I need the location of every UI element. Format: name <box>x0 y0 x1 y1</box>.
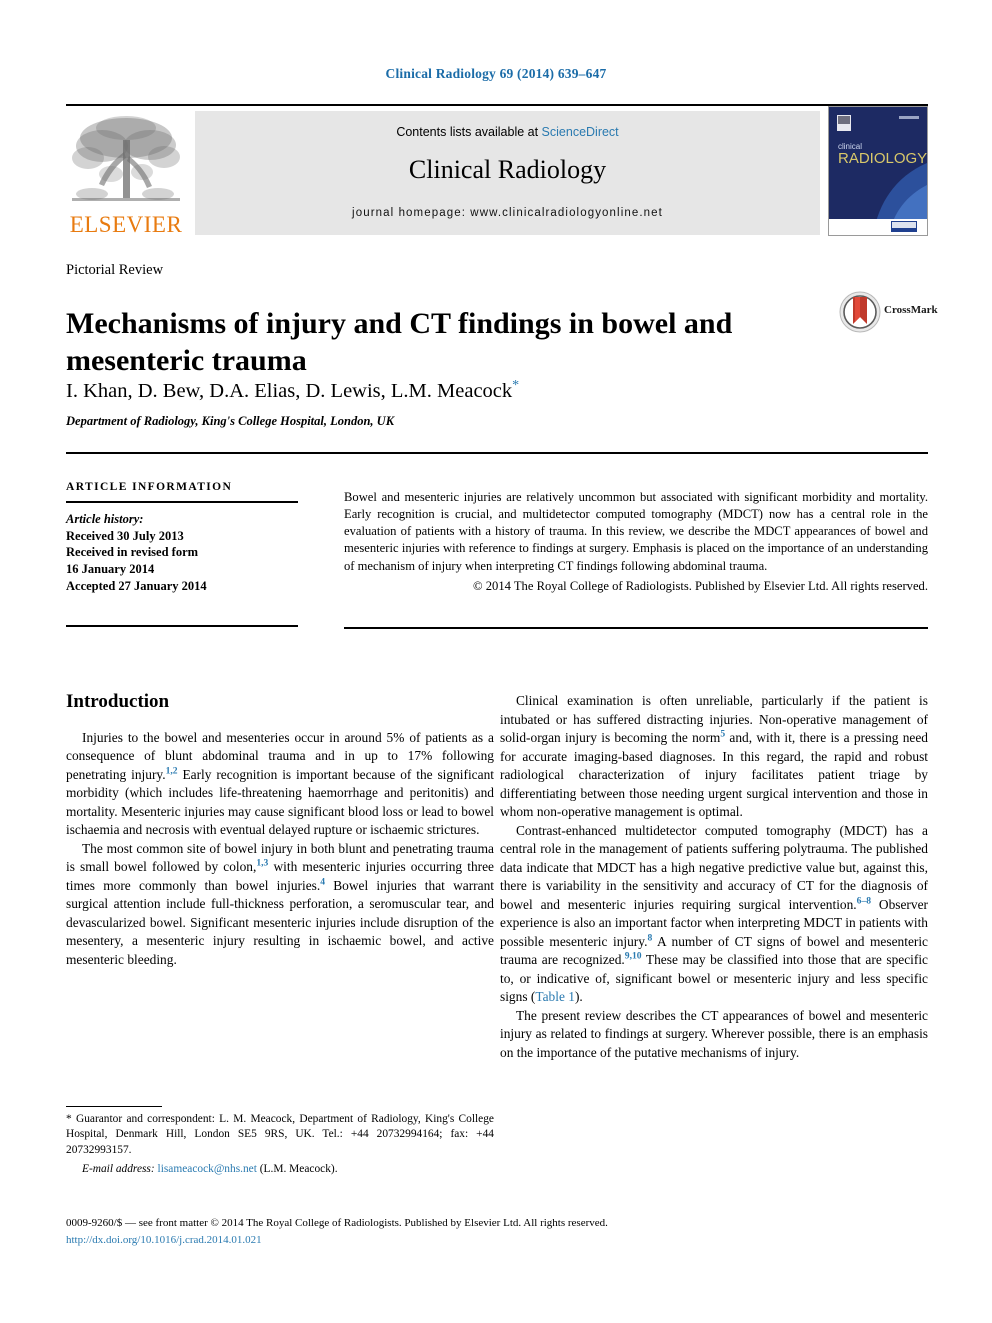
corresponding-author-marker: * <box>512 378 520 393</box>
abstract-text: Bowel and mesenteric injuries are relati… <box>344 490 928 573</box>
page-title: Mechanisms of injury and CT findings in … <box>66 307 733 378</box>
email-suffix: (L.M. Meacock). <box>256 1162 338 1175</box>
article-history: Article history: Received 30 July 2013 R… <box>66 511 298 594</box>
article-page: Clinical Radiology 69 (2014) 639–647 ELS… <box>0 0 992 1323</box>
body-column-right: Clinical examination is often unreliable… <box>500 692 928 1062</box>
section-heading-introduction: Introduction <box>66 691 170 712</box>
author-names: I. Khan, D. Bew, D.A. Elias, D. Lewis, L… <box>66 379 513 402</box>
table-cross-reference[interactable]: Table 1 <box>535 989 575 1004</box>
email-label: E-mail address: <box>82 1162 155 1175</box>
article-type-kicker: Pictorial Review <box>66 262 164 278</box>
paragraph: The most common site of bowel injury in … <box>66 840 494 970</box>
elsevier-wordmark: ELSEVIER <box>69 212 183 237</box>
citation-ref[interactable]: 1,2 <box>166 765 178 776</box>
article-history-line: 16 January 2014 <box>66 561 155 576</box>
paragraph: Injuries to the bowel and mesenteries oc… <box>66 729 494 840</box>
sciencedirect-link[interactable]: ScienceDirect <box>542 125 619 139</box>
journal-homepage[interactable]: journal homepage: www.clinicalradiologyo… <box>195 207 820 219</box>
abstract-bottom-rule <box>344 627 928 629</box>
article-history-line: Received 30 July 2013 <box>66 528 184 543</box>
footnote-separator <box>66 1106 162 1107</box>
footnote-block: * Guarantor and correspondent: L. M. Mea… <box>66 1112 494 1177</box>
article-history-line: Received in revised form <box>66 545 199 560</box>
email-link[interactable]: lisameacock@nhs.net <box>158 1163 257 1175</box>
article-information-rule-top <box>66 501 298 503</box>
article-information-rule-bottom <box>66 625 298 627</box>
citation-ref[interactable]: 9,10 <box>625 951 642 962</box>
citation-ref[interactable]: 6–8 <box>857 895 871 906</box>
masthead-top-rule <box>66 104 928 106</box>
elsevier-tree-icon <box>72 116 180 201</box>
abstract-block-top-rule <box>66 452 928 454</box>
article-history-label: Article history: <box>66 512 144 526</box>
journal-masthead: ELSEVIER Contents lists available at Sci… <box>66 104 928 236</box>
citation-ref[interactable]: 1,3 <box>256 858 268 869</box>
journal-title: Clinical Radiology <box>408 155 607 184</box>
crossmark-label: CrossMark <box>884 304 938 316</box>
abstract-copyright: © 2014 The Royal College of Radiologists… <box>473 578 928 593</box>
crossmark-badge[interactable]: CrossMark <box>838 290 944 336</box>
email-note: E-mail address: lisameacock@nhs.net (L.M… <box>66 1162 494 1177</box>
crossmark-icon <box>839 291 881 333</box>
abstract: Bowel and mesenteric injuries are relati… <box>344 489 928 595</box>
article-history-line: Accepted 27 January 2014 <box>66 578 207 593</box>
journal-cover-thumbnail[interactable]: clinical RADIOLOGY <box>828 106 928 236</box>
article-information-heading: ARTICLE INFORMATION <box>66 481 233 493</box>
elsevier-logo: ELSEVIER <box>66 112 186 236</box>
paragraph: Contrast-enhanced multidetector computed… <box>500 822 928 1007</box>
paragraph-text: ). <box>574 989 583 1004</box>
contents-band: Contents lists available at ScienceDirec… <box>195 111 820 235</box>
page-footer: 0009-9260/$ — see front matter © 2014 Th… <box>66 1215 928 1248</box>
journal-cover-art: clinical RADIOLOGY <box>829 107 927 235</box>
author-list: I. Khan, D. Bew, D.A. Elias, D. Lewis, L… <box>66 378 866 403</box>
doi-link[interactable]: http://dx.doi.org/10.1016/j.crad.2014.01… <box>66 1232 928 1249</box>
issn-copyright-line: 0009-9260/$ — see front matter © 2014 Th… <box>66 1217 608 1229</box>
running-head: Clinical Radiology 69 (2014) 639–647 <box>385 66 607 81</box>
contents-available-line: Contents lists available at ScienceDirec… <box>195 125 820 139</box>
paragraph: Clinical examination is often unreliable… <box>500 692 928 822</box>
footnote-text: Guarantor and correspondent: L. M. Meaco… <box>66 1113 494 1156</box>
affiliation: Department of Radiology, King's College … <box>66 414 395 428</box>
corresponding-author-note: * Guarantor and correspondent: L. M. Mea… <box>66 1112 494 1158</box>
svg-text:RADIOLOGY: RADIOLOGY <box>838 150 927 167</box>
paragraph: The present review describes the CT appe… <box>500 1007 928 1063</box>
contents-prefix: Contents lists available at <box>396 125 542 139</box>
body-column-left: Introduction Injuries to the bowel and m… <box>66 691 494 970</box>
paragraph-text: The present review describes the CT appe… <box>500 1007 928 1060</box>
